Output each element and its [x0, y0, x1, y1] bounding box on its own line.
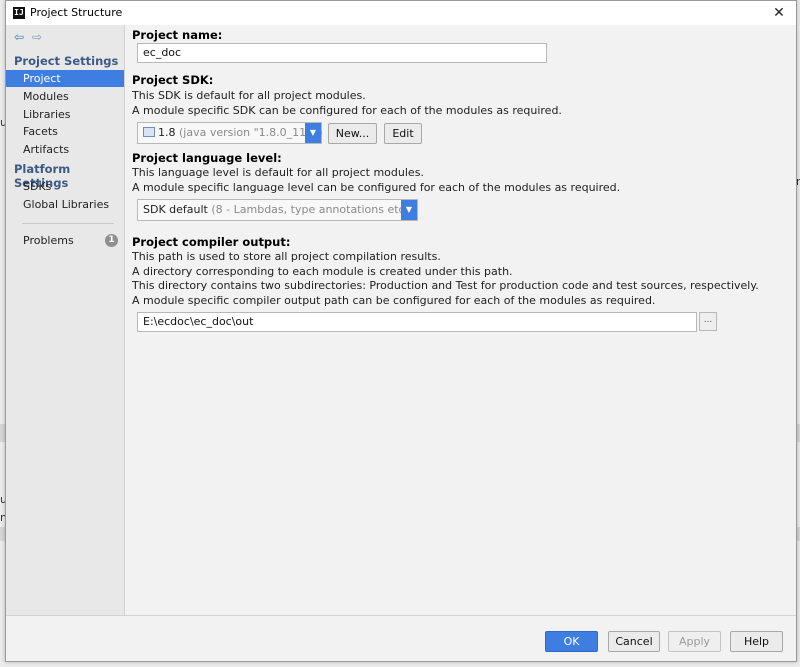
- apply-button[interactable]: Apply: [668, 631, 721, 652]
- sidebar-item-problems[interactable]: Problems 1: [6, 232, 124, 249]
- back-arrow-icon[interactable]: ⇦: [12, 30, 26, 44]
- language-level-description: A module specific language level can be …: [132, 181, 621, 194]
- project-name-label: Project name:: [132, 28, 223, 42]
- sdk-value: 1.8: [158, 126, 176, 139]
- sidebar-item-sdks[interactable]: SDKs: [6, 178, 124, 195]
- compiler-output-label: Project compiler output:: [132, 235, 291, 249]
- compiler-output-description: A module specific compiler output path c…: [132, 294, 656, 307]
- language-level-hint: (8 - Lambdas, type annotations etc.): [211, 203, 413, 216]
- dropdown-arrow-icon[interactable]: ▼: [305, 123, 321, 143]
- new-sdk-button[interactable]: New...: [328, 123, 377, 144]
- footer-separator: [6, 615, 796, 616]
- help-button[interactable]: Help: [730, 631, 783, 652]
- sidebar-item-modules[interactable]: Modules: [6, 88, 124, 105]
- sidebar-item-project[interactable]: Project: [6, 70, 124, 87]
- window-title: Project Structure: [30, 6, 123, 19]
- nav-arrows: ⇦ ⇨: [12, 30, 48, 44]
- sdk-selected-value: 1.8 (java version "1.8.0_112"): [143, 123, 323, 143]
- sdk-folder-icon: [143, 127, 155, 137]
- sidebar-item-libraries[interactable]: Libraries: [6, 106, 124, 123]
- project-settings-header: Project Settings: [14, 54, 119, 68]
- edit-sdk-button[interactable]: Edit: [384, 123, 422, 144]
- compiler-output-description: A directory corresponding to each module…: [132, 265, 513, 278]
- browse-icon[interactable]: ...: [699, 312, 717, 331]
- compiler-output-path-input[interactable]: E:\ecdoc\ec_doc\out: [137, 312, 697, 332]
- sidebar: ⇦ ⇨ Project Settings Project Modules Libr…: [6, 25, 125, 615]
- sdk-version: (java version "1.8.0_112"): [179, 126, 323, 139]
- project-sdk-label: Project SDK:: [132, 73, 214, 87]
- project-name-input[interactable]: ec_doc: [137, 43, 547, 63]
- compiler-output-description: This directory contains two subdirectori…: [132, 279, 759, 292]
- language-level-selected-value: SDK default (8 - Lambdas, type annotatio…: [143, 200, 412, 220]
- compiler-output-description: This path is used to store all project c…: [132, 250, 441, 263]
- sidebar-separator: [22, 223, 114, 224]
- project-sdk-combobox[interactable]: 1.8 (java version "1.8.0_112") ▼: [137, 122, 323, 144]
- language-level-value: SDK default: [143, 203, 208, 216]
- language-level-description: This language level is default for all p…: [132, 166, 424, 179]
- dropdown-arrow-icon[interactable]: ▼: [401, 200, 417, 220]
- sdk-description: A module specific SDK can be configured …: [132, 104, 562, 117]
- language-level-combobox[interactable]: SDK default (8 - Lambdas, type annotatio…: [137, 199, 418, 221]
- forward-arrow-icon[interactable]: ⇨: [30, 30, 44, 44]
- title-bar: IJ Project Structure ✕: [6, 1, 796, 25]
- problems-label: Problems: [23, 234, 74, 247]
- project-settings-panel: Project name: ec_doc Project SDK: This S…: [132, 25, 792, 615]
- ok-button[interactable]: OK: [545, 631, 598, 652]
- sidebar-item-facets[interactable]: Facets: [6, 123, 124, 140]
- sidebar-item-global-libraries[interactable]: Global Libraries: [6, 196, 124, 213]
- close-icon[interactable]: ✕: [762, 1, 796, 25]
- intellij-app-icon: IJ: [13, 7, 25, 19]
- sidebar-item-artifacts[interactable]: Artifacts: [6, 141, 124, 158]
- problems-count-badge: 1: [105, 234, 118, 247]
- project-structure-dialog: IJ Project Structure ✕ ⇦ ⇨ Project Settin…: [5, 0, 797, 662]
- sdk-description: This SDK is default for all project modu…: [132, 89, 366, 102]
- language-level-label: Project language level:: [132, 151, 282, 165]
- cancel-button[interactable]: Cancel: [608, 631, 660, 652]
